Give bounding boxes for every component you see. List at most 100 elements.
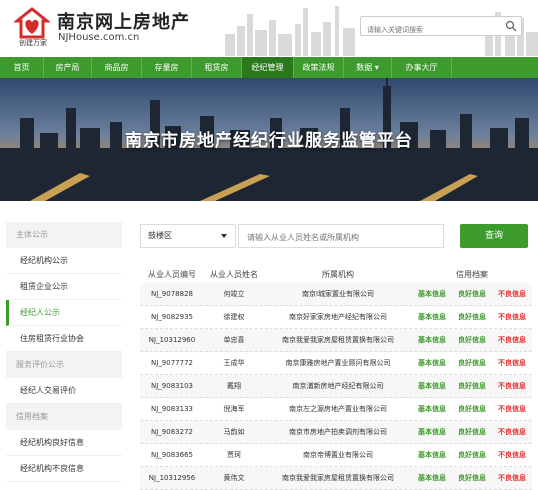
site-search (360, 16, 522, 39)
agent-name-cell: 贾珂 (227, 451, 241, 459)
bad-record-link[interactable]: 不良信息 (498, 427, 526, 437)
query-button[interactable]: 查询 (460, 224, 528, 248)
col-header-org: 所属机构 (322, 269, 354, 279)
table-row: NJ_9082935 徐建权 南京好家家房地产经纪有限公司 基本信息 良好信息 不良信息 (140, 306, 532, 329)
good-record-link[interactable]: 良好信息 (458, 289, 486, 299)
nav-item[interactable]: 经纪管理 (242, 57, 294, 78)
basic-info-link[interactable]: 基本信息 (418, 404, 446, 414)
sidebar-group-heading: 服务评价公示 (6, 352, 122, 378)
bad-record-link[interactable]: 不良信息 (498, 381, 526, 391)
agent-name-cell: 戴翔 (227, 382, 241, 390)
basic-info-link[interactable]: 基本信息 (418, 358, 446, 368)
house-heart-logo-icon[interactable] (14, 6, 50, 42)
site-domain: NJHouse.com.cn (58, 32, 140, 43)
sidebar-item[interactable]: 经纪机构公示 (6, 248, 122, 274)
table-row: NJ_9083103 戴翔 南京浦新房地产经纪有限公司 基本信息 良好信息 不良信息 (140, 375, 532, 398)
bad-record-link[interactable]: 不良信息 (498, 312, 526, 322)
agent-name-cell: 王成华 (223, 359, 245, 367)
agent-id-cell: NJ_9083133 (151, 405, 193, 413)
agent-id-cell: NJ_9077772 (151, 359, 193, 367)
good-record-link[interactable]: 良好信息 (458, 358, 486, 368)
agent-id-cell: NJ_10312960 (148, 336, 196, 344)
credit-links: 基本信息 良好信息 不良信息 (412, 289, 532, 299)
credit-links: 基本信息 良好信息 不良信息 (412, 381, 532, 391)
table-row: NJ_10312960 单忠喜 南京我爱我家房屋租赁置换有限公司 基本信息 良好信息 不良… (140, 329, 532, 352)
good-record-link[interactable]: 良好信息 (458, 427, 486, 437)
agent-id-cell: NJ_9083272 (151, 428, 193, 436)
credit-links: 基本信息 良好信息 不良信息 (412, 427, 532, 437)
good-record-link[interactable]: 良好信息 (458, 381, 486, 391)
sidebar-item[interactable]: 经纪机构不良信息 (6, 456, 122, 482)
search-icon[interactable] (505, 20, 517, 32)
district-select-value: 鼓楼区 (148, 231, 172, 240)
bad-record-link[interactable]: 不良信息 (498, 450, 526, 460)
good-record-link[interactable]: 良好信息 (458, 312, 486, 322)
table-header: 从业人员编号 从业人员姓名 所属机构 信用档案 (140, 265, 532, 283)
sidebar-item[interactable]: 经纪人交易评价 (6, 378, 122, 404)
district-select[interactable]: 鼓楼区 (140, 224, 236, 248)
keyword-input[interactable] (239, 226, 439, 249)
sidebar-item[interactable]: 租赁企业公示 (6, 274, 122, 300)
bad-record-link[interactable]: 不良信息 (498, 473, 526, 483)
bad-record-link[interactable]: 不良信息 (498, 289, 526, 299)
basic-info-link[interactable]: 基本信息 (418, 335, 446, 345)
credit-links: 基本信息 良好信息 不良信息 (412, 404, 532, 414)
agent-org-cell: 南京好家家房地产经纪有限公司 (289, 313, 387, 321)
table-row: NJ_9083665 贾珂 南京帝博置业有限公司 基本信息 良好信息 不良信息 (140, 444, 532, 467)
credit-links: 基本信息 良好信息 不良信息 (412, 473, 532, 483)
good-record-link[interactable]: 良好信息 (458, 473, 486, 483)
table-body: NJ_9078828 何竣立 南京I城家置业有限公司 基本信息 良好信息 不良信息 NJ_9… (140, 283, 532, 490)
nav-item[interactable]: 存量房 (142, 57, 192, 78)
basic-info-link[interactable]: 基本信息 (418, 289, 446, 299)
site-title[interactable]: 南京网上房地产 (57, 8, 190, 34)
good-record-link[interactable]: 良好信息 (458, 450, 486, 460)
table-row: NJ_9077772 王成华 南京康雅房地产置业顾问有限公司 基本信息 良好信息 不良信息 (140, 352, 532, 375)
agent-table: 从业人员编号 从业人员姓名 所属机构 信用档案 NJ_9078828 何竣立 南京I… (140, 265, 532, 490)
bad-record-link[interactable]: 不良信息 (498, 358, 526, 368)
agent-id-cell: NJ_9078828 (151, 290, 193, 298)
table-row: NJ_9083272 马韵如 南京市房地产拍卖调剂有限公司 基本信息 良好信息 不良信息 (140, 421, 532, 444)
col-header-credit: 信用档案 (456, 269, 488, 279)
nav-item[interactable]: 房产局 (44, 57, 92, 78)
table-row: NJ_9083133 倪海军 南京左之源房地产置业有限公司 基本信息 良好信息 不良信息 (140, 398, 532, 421)
sidebar-item[interactable]: 住房租赁行业协会 (6, 326, 122, 352)
nav-item[interactable]: 数据 ▾ (344, 57, 392, 78)
basic-info-link[interactable]: 基本信息 (418, 473, 446, 483)
sidebar-item[interactable]: 经纪人公示 (6, 300, 122, 326)
bad-record-link[interactable]: 不良信息 (498, 404, 526, 414)
bad-record-link[interactable]: 不良信息 (498, 335, 526, 345)
sidebar-item[interactable]: 经纪机构良好信息 (6, 430, 122, 456)
nav-item[interactable]: 商品房 (92, 57, 142, 78)
agent-name-cell: 单忠喜 (223, 336, 245, 344)
nav-item[interactable]: 政策法规 (294, 57, 344, 78)
agent-org-cell: 南京我爱我家房屋租赁置换有限公司 (282, 336, 394, 344)
agent-org-cell: 南京市房地产拍卖调剂有限公司 (289, 428, 387, 436)
table-row: NJ_9078828 何竣立 南京I城家置业有限公司 基本信息 良好信息 不良信息 (140, 283, 532, 306)
nav-item[interactable]: 租赁房 (192, 57, 242, 78)
agent-id-cell: NJ_9083665 (151, 451, 193, 459)
nav-item[interactable]: 办事大厅 (392, 57, 452, 78)
col-header-id: 从业人员编号 (148, 269, 196, 279)
city-night-banner: 南京市房地产经纪行业服务监管平台 (0, 78, 538, 201)
basic-info-link[interactable]: 基本信息 (418, 450, 446, 460)
agent-org-cell: 南京I城家置业有限公司 (301, 290, 375, 298)
agent-name-cell: 徐建权 (223, 313, 245, 321)
agent-org-cell: 南京浦新房地产经纪有限公司 (292, 382, 384, 390)
good-record-link[interactable]: 良好信息 (458, 335, 486, 345)
platform-title: 南京市房地产经纪行业服务监管平台 (125, 131, 413, 151)
agent-id-cell: NJ_9083103 (151, 382, 193, 390)
basic-info-link[interactable]: 基本信息 (418, 381, 446, 391)
agent-name-cell: 黄伟文 (223, 474, 245, 482)
col-header-name: 从业人员姓名 (210, 269, 258, 279)
nav-item[interactable]: 首页 (0, 57, 44, 78)
basic-info-link[interactable]: 基本信息 (418, 312, 446, 322)
credit-links: 基本信息 良好信息 不良信息 (412, 335, 532, 345)
credit-links: 基本信息 良好信息 不良信息 (412, 358, 532, 368)
agent-name-cell: 倪海军 (223, 405, 245, 413)
basic-info-link[interactable]: 基本信息 (418, 427, 446, 437)
good-record-link[interactable]: 良好信息 (458, 404, 486, 414)
caret-down-icon (221, 234, 227, 238)
table-row: NJ_10312956 黄伟文 南京我爱我家房屋租赁置换有限公司 基本信息 良好信息 不良… (140, 467, 532, 490)
search-input[interactable] (361, 21, 501, 39)
agent-org-cell: 南京康雅房地产置业顾问有限公司 (285, 359, 391, 367)
